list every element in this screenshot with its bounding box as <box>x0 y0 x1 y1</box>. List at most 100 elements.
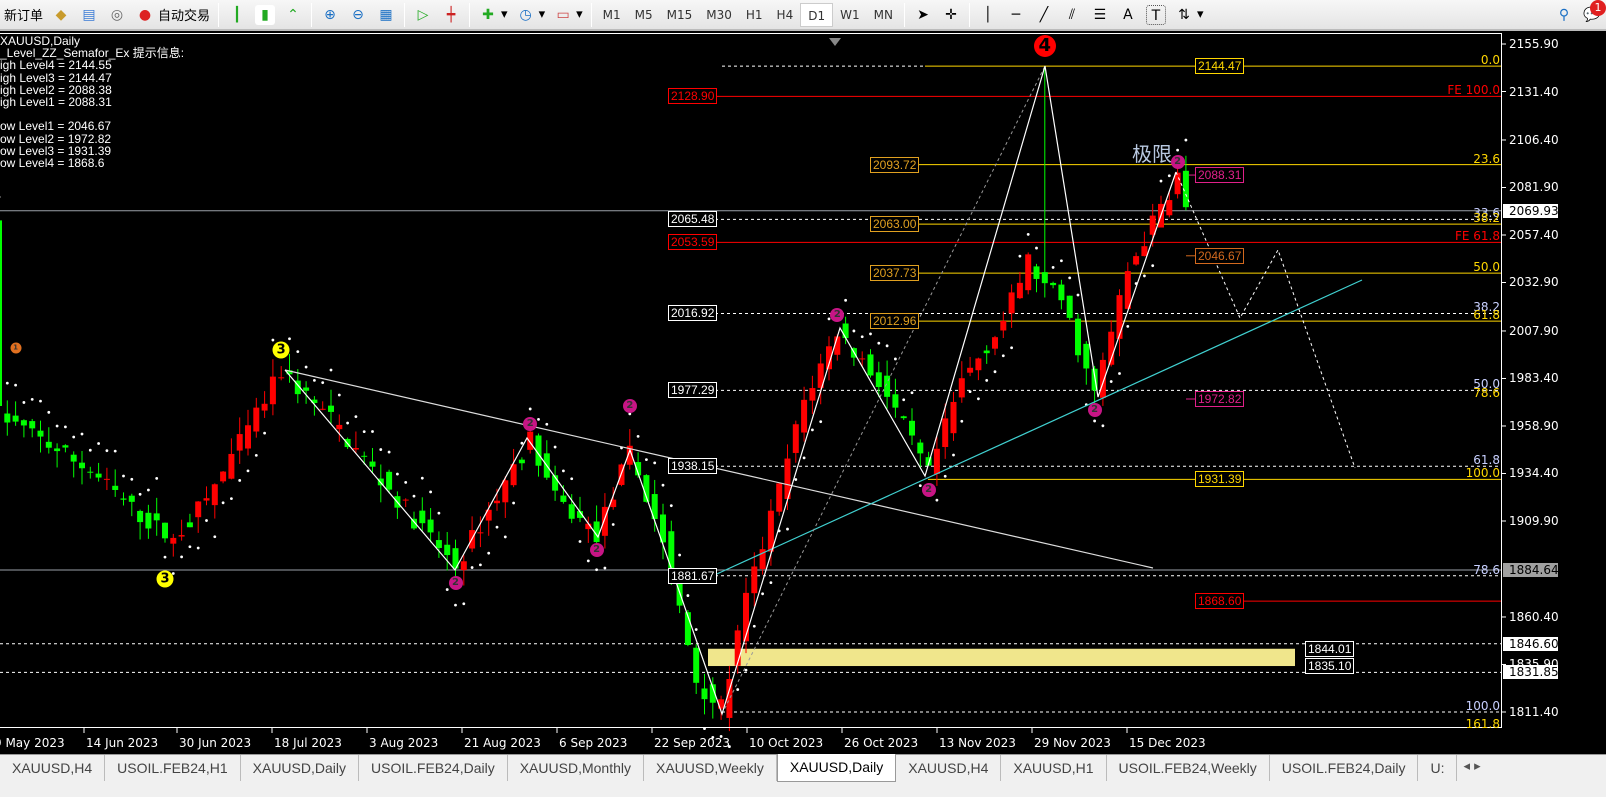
sar-dot <box>811 428 814 432</box>
sar-dot <box>595 568 598 572</box>
sar-dot <box>636 434 640 438</box>
date-label: 3 Aug 2023 <box>369 736 439 750</box>
sar-dot <box>703 727 706 730</box>
sar-dot <box>5 381 9 385</box>
sar-dot <box>802 456 806 460</box>
candle-body <box>145 512 152 529</box>
sar-dot <box>329 368 333 372</box>
candle-body <box>361 455 368 457</box>
price-label: 1931.39 <box>1195 471 1245 488</box>
fib-level-label: 61.8 <box>1473 453 1500 468</box>
sar-dot <box>1126 324 1130 328</box>
candle-body <box>178 535 185 537</box>
chart-tab[interactable]: USOIL.FEB24,Daily <box>1270 755 1419 781</box>
candle-body <box>975 358 982 371</box>
chart-tab[interactable]: USOIL.FEB24,H1 <box>105 755 241 781</box>
price-label: 2016.92 <box>668 305 718 322</box>
sar-dot <box>97 442 100 445</box>
sar-dot <box>437 511 441 515</box>
price-label: 2046.67 <box>1195 247 1245 264</box>
chart-tab[interactable]: XAUUSD,H4 <box>0 755 106 781</box>
candle-body <box>319 408 326 410</box>
axis-boxed-price: 1884.64 <box>1503 562 1559 577</box>
candle-body <box>734 630 741 666</box>
sar-dot <box>420 476 424 480</box>
candle-body <box>527 431 534 450</box>
axis-price-label: 2007.90 <box>1509 323 1559 338</box>
fib-level-label: 0.0 <box>1480 53 1500 68</box>
candle-body <box>867 354 874 376</box>
sar-dot <box>47 410 51 414</box>
candle-body <box>278 377 285 379</box>
price-chart[interactable] <box>0 0 1606 752</box>
chart-tab[interactable]: U: <box>1418 755 1458 781</box>
semafor-2-marker: 2 <box>622 399 637 414</box>
sar-dot <box>537 417 540 421</box>
fib-level-label: 78.6 <box>1473 385 1500 400</box>
sar-dot <box>520 441 524 445</box>
sar-dot <box>64 425 67 429</box>
candle-body <box>942 418 949 447</box>
sar-dot <box>902 398 906 402</box>
chart-tab[interactable]: XAUUSD,Daily <box>241 755 359 781</box>
sar-dot <box>313 378 316 382</box>
sar-dot <box>296 350 300 354</box>
axis-price-label: 2131.40 <box>1509 84 1559 99</box>
price-label: 1844.01 <box>1305 640 1355 657</box>
candle-body <box>909 420 915 436</box>
info-line: ow Level1 = 2046.67 <box>0 119 112 134</box>
candle-body <box>701 688 708 700</box>
sar-dot <box>238 479 242 482</box>
price-label: 1972.82 <box>1195 390 1245 407</box>
sar-dot <box>885 344 889 348</box>
annotation-text: 极限 <box>1132 144 1172 166</box>
sar-dot <box>105 449 109 453</box>
sar-dot <box>545 422 549 426</box>
sar-dot <box>138 492 142 496</box>
axis-price-label: 2081.90 <box>1509 180 1559 195</box>
semafor-2-marker: 2 <box>448 575 463 590</box>
sar-dot <box>271 338 275 342</box>
candle-body <box>1033 266 1040 279</box>
sar-dot <box>387 450 391 454</box>
chart-tab[interactable]: XAUUSD,H1 <box>1001 755 1107 781</box>
candle-body <box>460 561 467 571</box>
candle-body <box>186 522 193 528</box>
sar-dot <box>943 474 947 478</box>
sar-dot <box>653 461 657 465</box>
candle-body <box>1008 292 1015 314</box>
candle-body <box>228 453 235 479</box>
info-line: ow Level4 = 1868.6 <box>0 156 105 171</box>
sar-dot <box>155 477 159 480</box>
fib-level-label: 78.6 <box>1473 562 1500 577</box>
resistance-trendline <box>284 369 1154 569</box>
chart-tab[interactable]: XAUUSD,H4 <box>896 755 1002 781</box>
semafor-3-marker: 3 <box>156 570 174 588</box>
chart-tab[interactable]: USOIL.FEB24,Daily <box>359 755 508 781</box>
chart-tab[interactable]: USOIL.FEB24,Weekly <box>1107 755 1270 781</box>
candle-body <box>4 413 11 423</box>
sar-dot <box>1159 179 1163 183</box>
candle-body <box>983 350 990 354</box>
candle-body <box>1075 318 1081 356</box>
sar-dot <box>113 449 117 453</box>
candle-body <box>560 495 567 502</box>
candle-body <box>120 498 127 500</box>
sar-dot <box>910 391 914 395</box>
axis-price-label: 1983.40 <box>1509 371 1559 386</box>
chart-tab[interactable]: XAUUSD,Monthly <box>508 755 644 781</box>
fib-level-label: 50.0 <box>1473 260 1500 275</box>
sar-dot <box>163 555 167 559</box>
candle-body <box>220 471 227 482</box>
chart-tab[interactable]: XAUUSD,Daily <box>776 754 897 782</box>
sar-dot <box>744 668 748 672</box>
candle-body <box>79 462 85 469</box>
tab-scroll-arrows[interactable]: ◂ ▸ <box>1457 755 1486 778</box>
sar-dot <box>1118 372 1121 375</box>
sar-dot <box>1068 276 1072 280</box>
chart-tab[interactable]: XAUUSD,Weekly <box>644 755 777 781</box>
sar-dot <box>213 535 217 539</box>
sar-dot <box>586 559 590 563</box>
candle-body <box>1174 172 1181 195</box>
candle-body <box>801 399 808 433</box>
